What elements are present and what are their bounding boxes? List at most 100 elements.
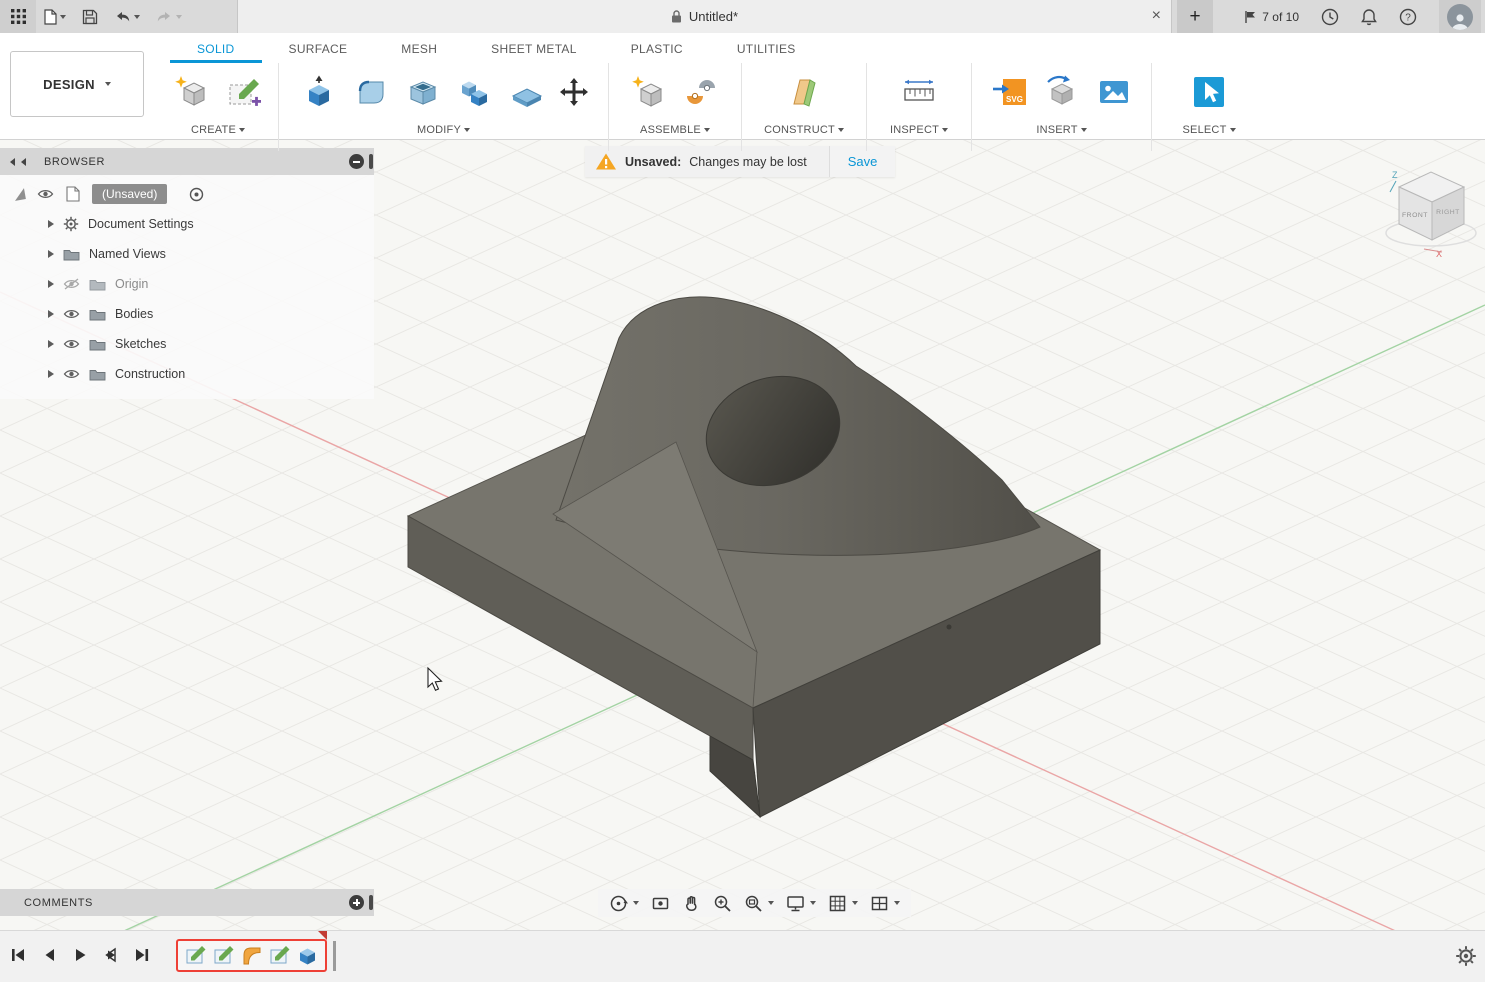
eye-icon[interactable]	[37, 188, 54, 200]
construct-dropdown[interactable]: CONSTRUCT	[764, 124, 844, 136]
workspace-switcher[interactable]: DESIGN	[10, 51, 144, 117]
create-form-button[interactable]	[170, 67, 214, 117]
inspect-dropdown[interactable]: INSPECT	[890, 124, 948, 136]
x-axis-label: X	[1436, 249, 1442, 259]
move-copy-button[interactable]	[557, 67, 591, 117]
step-back-button[interactable]	[41, 947, 57, 963]
tab-sheet-metal[interactable]: SHEET METAL	[464, 36, 604, 63]
tab-utilities[interactable]: UTILITIES	[710, 36, 823, 63]
help-button[interactable]: ?	[1399, 8, 1417, 26]
collapse-panel-icon[interactable]	[10, 158, 15, 166]
press-pull-button[interactable]	[297, 67, 341, 117]
create-dropdown[interactable]: CREATE	[191, 124, 245, 136]
redo-button[interactable]	[148, 0, 190, 33]
step-forward-button[interactable]	[103, 947, 119, 963]
browser-root-row[interactable]: (Unsaved)	[0, 179, 374, 209]
eye-off-icon[interactable]	[63, 278, 80, 290]
timeline-feature-fillet-icon[interactable]	[240, 944, 263, 967]
expand-arrow-icon[interactable]	[48, 220, 54, 228]
settings-gear-icon[interactable]	[1455, 945, 1477, 967]
create-sketch-button[interactable]	[222, 67, 266, 117]
orbit-button[interactable]	[604, 891, 644, 916]
file-menu-button[interactable]	[36, 0, 74, 33]
offset-face-button[interactable]	[505, 67, 549, 117]
measure-button[interactable]	[897, 67, 941, 117]
title-bar: Untitled* × + 7 of 10 ?	[0, 0, 1485, 33]
collapse-panel-icon[interactable]	[21, 158, 26, 166]
go-to-end-button[interactable]	[134, 947, 150, 963]
assemble-dropdown[interactable]: ASSEMBLE	[640, 124, 710, 136]
close-tab-button[interactable]: ×	[1152, 6, 1161, 26]
eye-icon[interactable]	[63, 308, 80, 320]
new-tab-button[interactable]: +	[1177, 0, 1213, 33]
browser-item-named-views[interactable]: Named Views	[0, 239, 374, 269]
zoom-button[interactable]	[708, 891, 737, 916]
timeline-feature-sketch-icon[interactable]	[212, 944, 235, 967]
undo-button[interactable]	[106, 0, 148, 33]
activate-component-icon[interactable]	[189, 187, 204, 202]
fit-button[interactable]	[739, 891, 779, 916]
browser-item-sketches[interactable]: Sketches	[0, 329, 374, 359]
insert-dropdown[interactable]: INSERT	[1036, 124, 1086, 136]
group-construct: CONSTRUCT	[744, 63, 864, 136]
select-dropdown[interactable]: SELECT	[1183, 124, 1236, 136]
hide-browser-button[interactable]	[349, 154, 364, 169]
tab-mesh[interactable]: MESH	[374, 36, 464, 63]
look-at-button[interactable]	[646, 891, 675, 916]
browser-panel: BROWSER (Unsaved)	[0, 148, 374, 399]
tab-plastic[interactable]: PLASTIC	[604, 36, 710, 63]
insert-svg-button[interactable]: SVG	[988, 67, 1032, 117]
browser-item-origin[interactable]: Origin	[0, 269, 374, 299]
root-document-name[interactable]: (Unsaved)	[92, 184, 167, 204]
shell-button[interactable]	[401, 67, 445, 117]
fillet-button[interactable]	[349, 67, 393, 117]
job-status-button[interactable]	[1321, 8, 1339, 26]
document-tab[interactable]: Untitled* ×	[237, 0, 1172, 33]
combine-button[interactable]	[453, 67, 497, 117]
timeline-feature-sketch-icon[interactable]	[184, 944, 207, 967]
browser-item-construction[interactable]: Construction	[0, 359, 374, 389]
expand-arrow-icon[interactable]	[48, 280, 54, 288]
timeline-track[interactable]	[176, 939, 336, 972]
go-to-start-button[interactable]	[10, 947, 26, 963]
expand-arrow-icon[interactable]	[48, 370, 54, 378]
timeline-feature-extrude-icon[interactable]	[296, 944, 319, 967]
insert-canvas-button[interactable]	[1092, 67, 1136, 117]
notifications-button[interactable]	[1361, 8, 1377, 26]
timeline-feature-sketch-icon[interactable]	[268, 944, 291, 967]
timeline-selection[interactable]	[176, 939, 327, 972]
save-button[interactable]	[74, 0, 106, 33]
panel-grip-handle[interactable]	[369, 154, 373, 169]
tab-surface[interactable]: SURFACE	[262, 36, 375, 63]
folder-icon	[89, 278, 106, 291]
play-button[interactable]	[72, 947, 88, 963]
joint-button[interactable]	[679, 67, 723, 117]
account-avatar[interactable]	[1439, 0, 1481, 33]
eye-icon[interactable]	[63, 338, 80, 350]
expand-arrow-icon[interactable]	[48, 250, 54, 258]
insert-derive-button[interactable]	[1040, 67, 1084, 117]
modify-dropdown[interactable]: MODIFY	[417, 124, 470, 136]
select-button[interactable]	[1187, 67, 1231, 117]
apps-grid-button[interactable]	[0, 0, 36, 33]
tab-counter[interactable]: 7 of 10	[1243, 10, 1299, 24]
browser-item-bodies[interactable]: Bodies	[0, 299, 374, 329]
panel-grip-handle[interactable]	[369, 895, 373, 910]
construct-plane-button[interactable]	[782, 67, 826, 117]
clock-icon	[1321, 8, 1339, 26]
expand-arrow-icon[interactable]	[48, 340, 54, 348]
pan-button[interactable]	[677, 891, 706, 916]
grid-settings-button[interactable]	[823, 891, 863, 916]
new-component-button[interactable]	[627, 67, 671, 117]
expand-comments-button[interactable]	[349, 895, 364, 910]
display-settings-button[interactable]	[781, 891, 821, 916]
zoom-window-icon	[744, 894, 763, 913]
eye-icon[interactable]	[63, 368, 80, 380]
browser-item-document-settings[interactable]: Document Settings	[0, 209, 374, 239]
browser-header[interactable]: BROWSER	[0, 148, 374, 175]
comments-header[interactable]: COMMENTS	[0, 889, 374, 916]
viewports-button[interactable]	[865, 891, 905, 916]
timeline-position-marker[interactable]	[333, 941, 336, 971]
tab-solid[interactable]: SOLID	[170, 36, 262, 63]
expand-arrow-icon[interactable]	[48, 310, 54, 318]
